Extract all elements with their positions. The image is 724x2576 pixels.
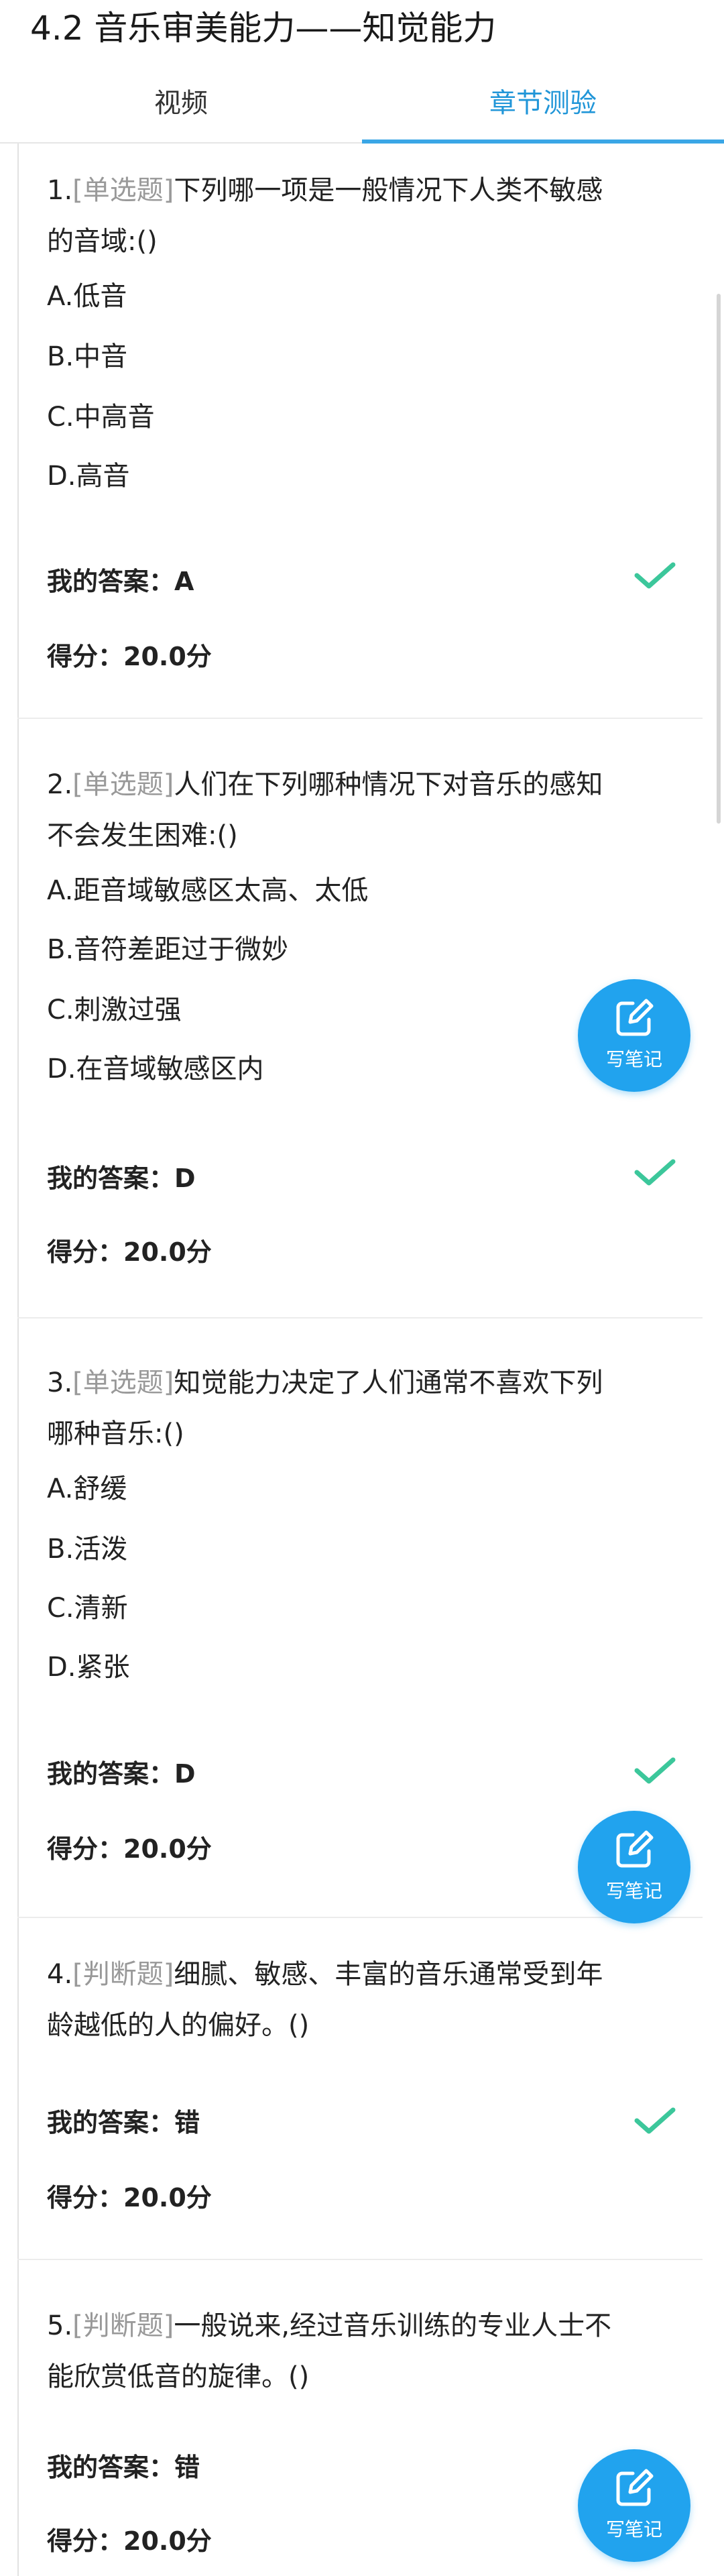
write-note-button[interactable]: 写笔记 — [578, 979, 690, 1092]
option-a: A.舒缓 — [47, 1473, 127, 1504]
option-c: C.中高音 — [47, 402, 155, 433]
edit-note-icon — [616, 2469, 654, 2506]
option-d: D.在音域敏感区内 — [47, 1054, 264, 1084]
question-stem-line1: 知觉能力决定了人们通常不喜欢下列 — [174, 1367, 603, 1398]
tab-bar: 视频 章节测验 — [0, 68, 724, 144]
question-number: 1. — [47, 175, 73, 206]
score: 得分：20.0分 — [47, 2183, 212, 2213]
page-title: 4.2 音乐审美能力——知觉能力 — [30, 9, 497, 48]
score: 得分：20.0分 — [47, 1237, 212, 1267]
question-number: 4. — [47, 1959, 73, 1990]
question-text: 4.[判断题]细腻、敏感、丰富的音乐通常受到年 龄越低的人的偏好。() — [47, 1949, 677, 2051]
question-stem-line2: 的音域:() — [47, 226, 158, 257]
score: 得分：20.0分 — [47, 2526, 212, 2556]
question-text: 1.[单选题]下列哪一项是一般情况下人类不敏感 的音域:() — [47, 165, 677, 267]
question-stem-line1: 人们在下列哪种情况下对音乐的感知 — [174, 769, 603, 800]
edit-note-icon — [616, 999, 654, 1036]
check-icon — [634, 1757, 676, 1784]
write-note-label: 写笔记 — [605, 2518, 662, 2540]
score: 得分：20.0分 — [47, 1834, 212, 1864]
tab-video[interactable]: 视频 — [0, 68, 362, 142]
question-divider — [17, 2259, 703, 2260]
question-type-tag: [单选题] — [72, 1367, 174, 1398]
option-b: B.中音 — [47, 341, 128, 372]
question-stem-line2: 龄越低的人的偏好。() — [47, 2010, 310, 2041]
option-d: D.高音 — [47, 461, 130, 492]
question-stem-line2: 不会发生困难:() — [47, 820, 238, 851]
my-answer: 我的答案：D — [47, 1164, 196, 1193]
option-c: C.刺激过强 — [47, 995, 182, 1025]
question-card: 4.[判断题]细腻、敏感、丰富的音乐通常受到年 龄越低的人的偏好。() 我的答案… — [17, 1919, 703, 2261]
my-answer: 我的答案：错 — [47, 2108, 200, 2137]
question-text: 2.[单选题]人们在下列哪种情况下对音乐的感知 不会发生困难:() — [47, 759, 677, 861]
question-text: 5.[判断题]一般说来,经过音乐训练的专业人士不 能欣赏低音的旋律。() — [47, 2300, 677, 2402]
my-answer: 我的答案：错 — [47, 2453, 200, 2482]
option-a: A.距音域敏感区太高、太低 — [47, 875, 369, 906]
question-stem-line2: 哪种音乐:() — [47, 1418, 184, 1449]
question-number: 3. — [47, 1367, 73, 1398]
question-number: 2. — [47, 769, 73, 800]
write-note-label: 写笔记 — [605, 1880, 662, 1902]
question-type-tag: [判断题] — [72, 1959, 174, 1990]
question-divider — [17, 1917, 703, 1918]
edit-note-icon — [616, 1830, 654, 1868]
write-note-label: 写笔记 — [605, 1048, 662, 1070]
question-stem-line2: 能欣赏低音的旋律。() — [47, 2361, 310, 2392]
option-c: C.清新 — [47, 1593, 128, 1624]
option-b: B.音符差距过于微妙 — [47, 934, 289, 965]
option-a: A.低音 — [47, 281, 127, 312]
title-bar: 4.2 音乐审美能力——知觉能力 — [0, 0, 724, 58]
question-type-tag: [单选题] — [72, 769, 174, 800]
question-number: 5. — [47, 2310, 73, 2341]
option-d: D.紧张 — [47, 1652, 130, 1683]
question-divider — [17, 1317, 703, 1319]
check-icon — [634, 1159, 676, 1186]
my-answer: 我的答案：D — [47, 1759, 196, 1789]
check-icon — [634, 562, 676, 589]
question-stem-line1: 下列哪一项是一般情况下人类不敏感 — [174, 175, 603, 206]
question-card: 1.[单选题]下列哪一项是一般情况下人类不敏感 的音域:() A.低音 B.中音… — [17, 144, 703, 720]
question-stem-line1: 一般说来,经过音乐训练的专业人士不 — [174, 2310, 612, 2341]
question-text: 3.[单选题]知觉能力决定了人们通常不喜欢下列 哪种音乐:() — [47, 1357, 677, 1459]
my-answer: 我的答案：A — [47, 567, 194, 596]
question-stem-line1: 细腻、敏感、丰富的音乐通常受到年 — [174, 1959, 603, 1990]
check-icon — [634, 2107, 676, 2134]
write-note-button[interactable]: 写笔记 — [578, 1811, 690, 1923]
option-b: B.活泼 — [47, 1534, 128, 1565]
write-note-button[interactable]: 写笔记 — [578, 2449, 690, 2562]
question-divider — [17, 718, 703, 719]
question-type-tag: [单选题] — [72, 175, 174, 206]
question-type-tag: [判断题] — [72, 2310, 174, 2341]
tab-chapter-quiz[interactable]: 章节测验 — [362, 68, 724, 142]
scrollbar[interactable] — [717, 294, 721, 824]
score: 得分：20.0分 — [47, 642, 212, 671]
